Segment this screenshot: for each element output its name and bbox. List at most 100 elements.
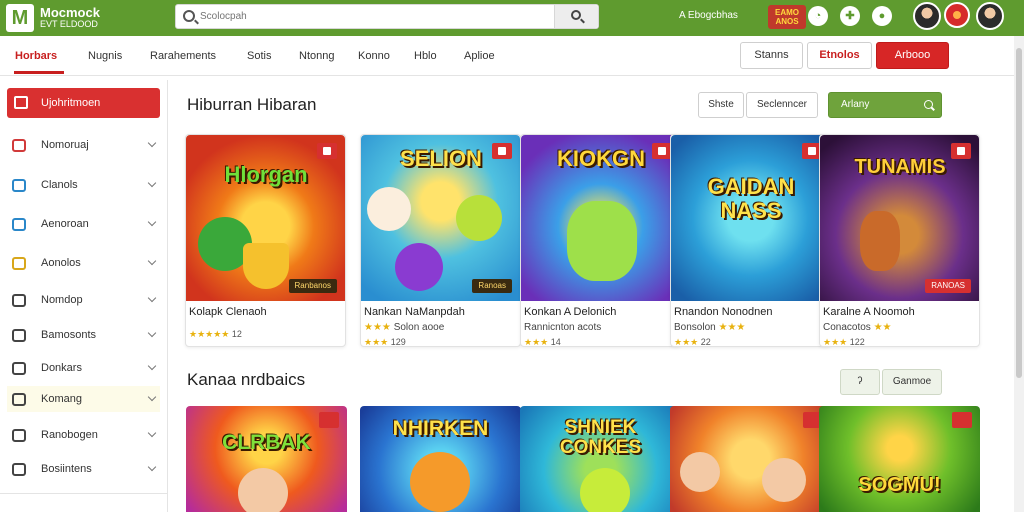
user-avatar[interactable] — [976, 2, 1004, 30]
character-art — [860, 211, 900, 271]
game-card[interactable]: Hlorgan Ranbanos Kolapk Clenaoh ★★★★★ 12 — [185, 134, 346, 347]
sidebar-item-9[interactable]: Ranobogen — [7, 422, 160, 448]
search-input[interactable] — [200, 7, 530, 26]
game-name: Konkan A Delonich — [524, 306, 617, 318]
character-art — [456, 195, 502, 241]
notification-icon[interactable]: ◔ — [808, 6, 828, 26]
nav-item-7[interactable]: Hblo — [414, 50, 437, 62]
game-subtitle: Conacotos ★★ — [823, 322, 892, 333]
game-thumbnail: TUNAMIS RANOAS — [820, 135, 979, 301]
filter-button[interactable]: Ganmoe — [882, 369, 942, 395]
sidebar-item-4[interactable]: Aonolos — [7, 250, 160, 276]
music-icon — [12, 463, 26, 476]
nav-item-home[interactable]: Horbars — [15, 50, 57, 62]
game-card[interactable]: CLRBAK — [186, 406, 347, 512]
character-art — [680, 452, 720, 492]
filter-search-button[interactable]: Arlany — [828, 92, 942, 118]
search-icon — [183, 10, 195, 22]
game-art-title: KIOKGN — [557, 146, 645, 171]
game-name: Karalne A Noomoh — [823, 306, 915, 318]
sidebar-item-label: Ujohritmoen — [41, 97, 101, 109]
game-rating: ★★★★★ 12 — [189, 329, 242, 339]
sale-badge[interactable]: EAMO ANOS — [768, 5, 806, 29]
game-subtitle: Bonsolon ★★★ — [674, 322, 746, 333]
filter-search-label: Arlany — [841, 99, 870, 110]
search-button[interactable] — [554, 5, 598, 28]
sidebar: Ujohritmoen Nomoruaj Clanols Aenoroan Ao… — [0, 80, 168, 512]
nav-item-6[interactable]: Konno — [358, 50, 390, 62]
cart-icon[interactable]: ✚ — [840, 6, 860, 26]
game-card[interactable]: GAIDAN NASS Rnandon Nonodnen Bonsolon ★★… — [670, 134, 831, 347]
game-thumbnail: KIOKGN — [521, 135, 680, 301]
filter-button-b[interactable]: Seclenncer — [746, 92, 818, 118]
nav-item-5[interactable]: Ntonng — [299, 50, 334, 62]
sidebar-item-8[interactable]: Komang — [7, 386, 160, 412]
game-subtitle: ★★★ Solon aooe — [364, 322, 445, 333]
logo-icon: M — [6, 4, 34, 32]
chevron-down-icon — [147, 428, 157, 438]
game-art-title: Hlorgan — [224, 162, 308, 187]
sidebar-item-label: Komang — [41, 393, 82, 405]
badge-icon — [952, 412, 972, 428]
sidebar-item-label: Clanols — [41, 179, 78, 191]
nav-item-4[interactable]: Sotis — [247, 50, 271, 62]
game-art-title: SHNIEK CONKES — [559, 417, 642, 458]
game-card[interactable]: SOGMU! — [819, 406, 980, 512]
avatar[interactable] — [913, 2, 941, 30]
sidebar-item-7[interactable]: Donkars — [7, 355, 160, 381]
scrollbar-thumb[interactable] — [1016, 48, 1022, 378]
badge-icon — [317, 143, 337, 159]
sidebar-item-label: Nomdop — [41, 294, 83, 306]
sidebar-item-10[interactable]: Bosiintens — [7, 456, 160, 482]
sidebar-item-label: Aenoroan — [41, 218, 89, 230]
chat-icon[interactable]: ● — [872, 6, 892, 26]
reward-icon[interactable] — [944, 2, 970, 28]
logo-title: Mocmock — [40, 5, 100, 20]
sidebar-item-1[interactable]: Nomoruaj — [7, 132, 160, 158]
sidebar-item-label: Aonolos — [41, 257, 81, 269]
sidebar-item-label: Nomoruaj — [41, 139, 89, 151]
game-card[interactable]: NHIRKEN — [360, 406, 521, 512]
chevron-down-icon — [147, 217, 157, 227]
nav-item-2[interactable]: Nugnis — [88, 50, 122, 62]
game-art-title: NHIRKEN — [392, 417, 489, 440]
sidebar-item-2[interactable]: Clanols — [7, 172, 160, 198]
nav-item-8[interactable]: Aplioe — [464, 50, 495, 62]
sort-dropdown[interactable]: ʔ — [840, 369, 880, 395]
potion-art — [395, 243, 443, 291]
primary-button[interactable]: Arbooo — [876, 42, 949, 69]
cart-icon — [12, 218, 26, 231]
game-tag: Ranoas — [472, 279, 512, 293]
game-card[interactable]: KIOKGN Konkan A Delonich Rannicnton acot… — [520, 134, 681, 347]
game-art-title: SELION — [400, 146, 482, 171]
chevron-down-icon — [147, 293, 157, 303]
sidebar-item-5[interactable]: Nomdop — [7, 287, 160, 313]
notes-icon — [12, 329, 26, 342]
etnolos-button[interactable]: Etnolos — [807, 42, 872, 69]
nav-item-3[interactable]: Rarahements — [150, 50, 216, 62]
ticket-icon — [12, 257, 26, 270]
character-art — [410, 452, 470, 512]
stanns-button[interactable]: Stanns — [740, 42, 803, 69]
sidebar-item-label: Donkars — [41, 362, 82, 374]
game-tag: RANOAS — [925, 279, 971, 293]
game-card[interactable]: TUNAMIS RANOAS Karalne A Noomoh Conacoto… — [819, 134, 980, 347]
filter-button-a[interactable]: Shste — [698, 92, 744, 118]
box-icon — [12, 294, 26, 307]
sidebar-item-active[interactable]: Ujohritmoen — [7, 88, 160, 118]
section-title-second: Kanaa nrdbaics — [187, 370, 306, 389]
sidebar-item-6[interactable]: Bamosonts — [7, 322, 160, 348]
character-art — [580, 468, 630, 512]
logo[interactable]: M Mocmock EVT ELDOOD — [6, 3, 126, 33]
game-card[interactable]: SHNIEK CONKES — [520, 406, 681, 512]
game-card[interactable]: SELION Ranoas Nankan NaManpdah ★★★ Solon… — [360, 134, 521, 347]
page-scrollbar[interactable] — [1014, 36, 1024, 512]
search-bar — [175, 4, 599, 29]
character-art — [567, 201, 637, 281]
sidebar-item-3[interactable]: Aenoroan — [7, 211, 160, 237]
game-name: Nankan NaManpdah — [364, 306, 465, 318]
game-card[interactable] — [670, 406, 831, 512]
top-account-link[interactable]: A Ebogcbhas — [679, 10, 738, 21]
sidebar-item-label: Bamosonts — [41, 329, 97, 341]
category-nav: Horbars Nugnis Rarahements Sotis Ntonng … — [0, 36, 1024, 76]
